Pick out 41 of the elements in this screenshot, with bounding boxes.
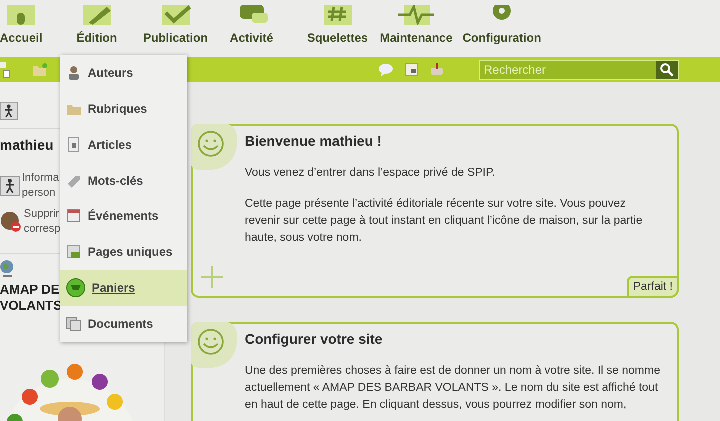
search-field[interactable]: Rechercher	[479, 60, 679, 80]
search-icon	[660, 62, 674, 76]
menu-item[interactable]: Événements	[60, 198, 187, 234]
nav-tab[interactable]: Accueil	[0, 0, 43, 57]
menu-item[interactable]: Documents	[60, 306, 187, 342]
delete-user-icon	[0, 211, 22, 233]
globe-icon	[0, 260, 16, 278]
dismiss-button[interactable]: Parfait !	[627, 276, 679, 298]
menu-item[interactable]: Rubriques	[60, 90, 187, 127]
sidebar-link[interactable]: Supprir corresp	[24, 207, 61, 237]
smiley-icon	[191, 322, 237, 368]
sidebar-link[interactable]: Informa person	[22, 171, 60, 201]
document-icon	[66, 136, 82, 153]
documents-icon	[66, 316, 82, 332]
nav-tab[interactable]: Configuration	[462, 0, 542, 57]
folder-add-icon[interactable]	[32, 62, 48, 76]
nav-tab[interactable]: Maintenance	[380, 0, 453, 57]
card-text: Une des premières choses à faire est de donner un nom à votre site. Il se nomme actuellement « AMAP DES BARBAR VOLANTS ». Le nom du site est affiché tout en haut de cette page. En cliquant dessus, vous pourrez modifier son nom,	[245, 364, 661, 413]
menu-item[interactable]: Pages uniques	[60, 234, 187, 270]
calendar-icon[interactable]	[405, 62, 419, 76]
site-name: AMAP DE VOLANTS	[0, 282, 62, 314]
card-text: Vous venez d’entrer dans l’espace privé de SPIP.	[245, 166, 496, 181]
person-icon	[66, 64, 82, 81]
user-name: mathieu	[0, 137, 54, 153]
search-button[interactable]	[656, 60, 678, 78]
page-icon	[66, 244, 82, 260]
pulse-icon	[396, 5, 436, 25]
menu-item[interactable]: Articles	[60, 126, 187, 163]
card-title: Bienvenue mathieu !	[245, 133, 383, 149]
card-title: Configurer votre site	[245, 331, 384, 347]
smiley-icon	[191, 124, 237, 170]
nav-tab[interactable]: Squelettes	[307, 0, 368, 57]
nav-tab[interactable]: Publication	[143, 0, 208, 57]
nav-tab[interactable]: Activité	[230, 0, 274, 57]
menu-item[interactable]: Auteurs	[60, 55, 187, 91]
nav-tab[interactable]: Édition	[76, 0, 118, 57]
menu-item[interactable]: Mots-clés	[60, 162, 187, 198]
mailbox-icon[interactable]	[430, 62, 444, 76]
menu-item[interactable]: Paniers	[60, 270, 187, 306]
calendar-icon	[66, 208, 82, 224]
card-text: Cette page présente l’activité éditoriale récente sur votre site. Vous pouvez revenir sur cette page à tout instant en cliquant l’icône de maison, sur la partie haute, sous votre nom.	[245, 197, 644, 246]
